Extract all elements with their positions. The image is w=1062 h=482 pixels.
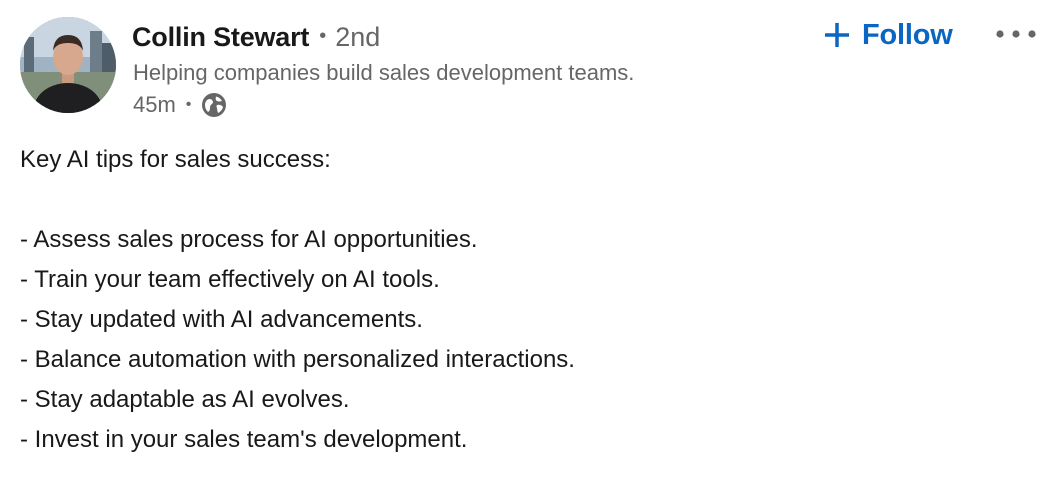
author-headline: Helping companies build sales developmen… bbox=[133, 60, 635, 85]
post-tip: - Invest in your sales team's developmen… bbox=[20, 426, 468, 453]
feed-post: Collin Stewart • 2nd Helping companies b… bbox=[0, 0, 1062, 482]
post-tip: - Assess sales process for AI opportunit… bbox=[20, 226, 478, 253]
post-tip: - Balance automation with personalized i… bbox=[20, 346, 575, 373]
separator-dot: • bbox=[319, 24, 327, 47]
ellipsis-icon[interactable] bbox=[992, 22, 1040, 46]
post-tip: - Train your team effectively on AI tool… bbox=[20, 266, 440, 293]
author-avatar[interactable] bbox=[20, 17, 116, 113]
follow-button[interactable]: Follow bbox=[824, 14, 953, 56]
author-name-line: Collin Stewart • 2nd bbox=[132, 18, 380, 56]
plus-icon bbox=[824, 22, 850, 48]
avatar-photo bbox=[20, 17, 116, 113]
follow-label: Follow bbox=[862, 18, 953, 51]
connection-degree: 2nd bbox=[335, 21, 381, 52]
separator-dot: • bbox=[185, 96, 192, 113]
author-name[interactable]: Collin Stewart bbox=[132, 22, 309, 53]
post-text: Key AI tips for sales success: - Assess … bbox=[20, 140, 1040, 460]
globe-icon bbox=[201, 92, 227, 118]
post-tip: - Stay adaptable as AI evolves. bbox=[20, 386, 350, 413]
post-tip: - Stay updated with AI advancements. bbox=[20, 306, 423, 333]
post-intro: Key AI tips for sales success: bbox=[20, 146, 331, 173]
post-timestamp[interactable]: 45m bbox=[133, 92, 176, 118]
post-meta: 45m • bbox=[133, 89, 227, 121]
